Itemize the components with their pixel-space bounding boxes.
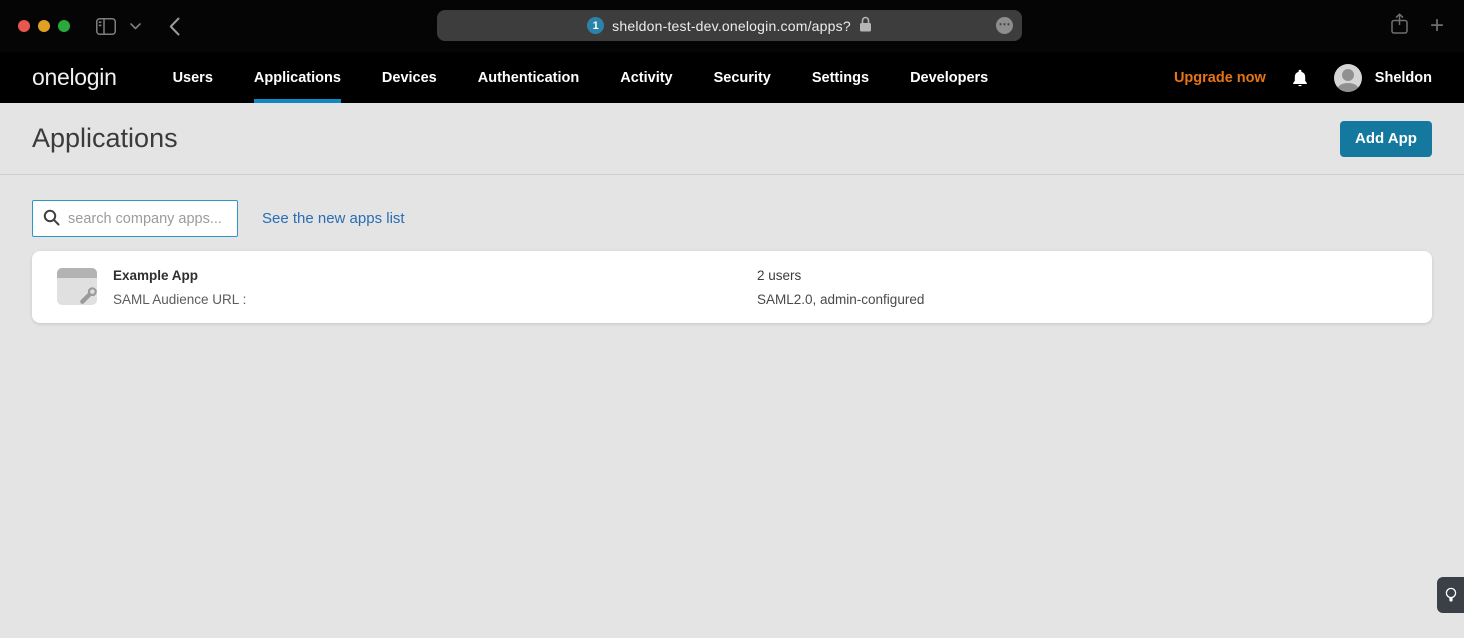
app-list-item[interactable]: Example App SAML Audience URL : 2 users … [32,251,1432,323]
nav-item-developers[interactable]: Developers [910,52,988,103]
nav-item-users[interactable]: Users [173,52,213,103]
user-name: Sheldon [1374,69,1432,86]
close-window-button[interactable] [18,20,30,32]
onelogin-logo[interactable]: onelogin [32,64,117,91]
nav-item-security[interactable]: Security [714,52,771,103]
main-content: See the new apps list Example App SAML A… [0,175,1464,323]
sidebar-toggle-icon[interactable] [96,17,116,35]
nav-item-devices[interactable]: Devices [382,52,437,103]
tab-count-badge: 1 [587,17,605,34]
app-name: Example App [113,268,199,283]
wrench-icon [80,287,97,304]
app-thumbnail-icon [57,268,97,305]
notifications-bell-icon[interactable] [1292,69,1308,87]
minimize-window-button[interactable] [38,20,50,32]
add-app-button[interactable]: Add App [1340,120,1432,157]
window-controls [18,20,70,32]
lightbulb-icon [1445,587,1456,602]
see-new-apps-link[interactable]: See the new apps list [262,210,405,227]
avatar [1333,63,1362,92]
upgrade-now-link[interactable]: Upgrade now [1174,70,1266,86]
zoom-window-button[interactable] [58,20,70,32]
lock-icon [859,16,872,35]
main-navbar: onelogin Users Applications Devices Auth… [0,52,1464,103]
help-tips-tab[interactable] [1437,577,1464,613]
share-icon[interactable] [1391,13,1408,39]
page-title: Applications [32,123,178,153]
chevron-down-icon[interactable] [130,22,141,30]
url-text: sheldon-test-dev.onelogin.com/apps? [612,17,851,34]
user-menu[interactable]: Sheldon [1333,63,1432,92]
browser-titlebar: 1 sheldon-test-dev.onelogin.com/apps? ⋯ … [0,0,1464,52]
nav-item-settings[interactable]: Settings [812,52,869,103]
page-header: Applications Add App [0,103,1464,175]
back-button[interactable] [169,17,180,36]
search-icon [43,209,60,231]
search-company-apps-input[interactable] [32,200,238,237]
page-options-icon[interactable]: ⋯ [996,17,1013,34]
app-user-count: 2 users [757,268,802,283]
nav-item-activity[interactable]: Activity [620,52,672,103]
nav-item-applications[interactable]: Applications [253,52,341,103]
app-config-type: SAML2.0, admin-configured [757,292,925,307]
new-tab-icon[interactable]: + [1430,14,1444,38]
nav-item-authentication[interactable]: Authentication [478,52,580,103]
app-subtitle: SAML Audience URL : [113,292,247,307]
address-bar[interactable]: 1 sheldon-test-dev.onelogin.com/apps? ⋯ [437,10,1022,41]
